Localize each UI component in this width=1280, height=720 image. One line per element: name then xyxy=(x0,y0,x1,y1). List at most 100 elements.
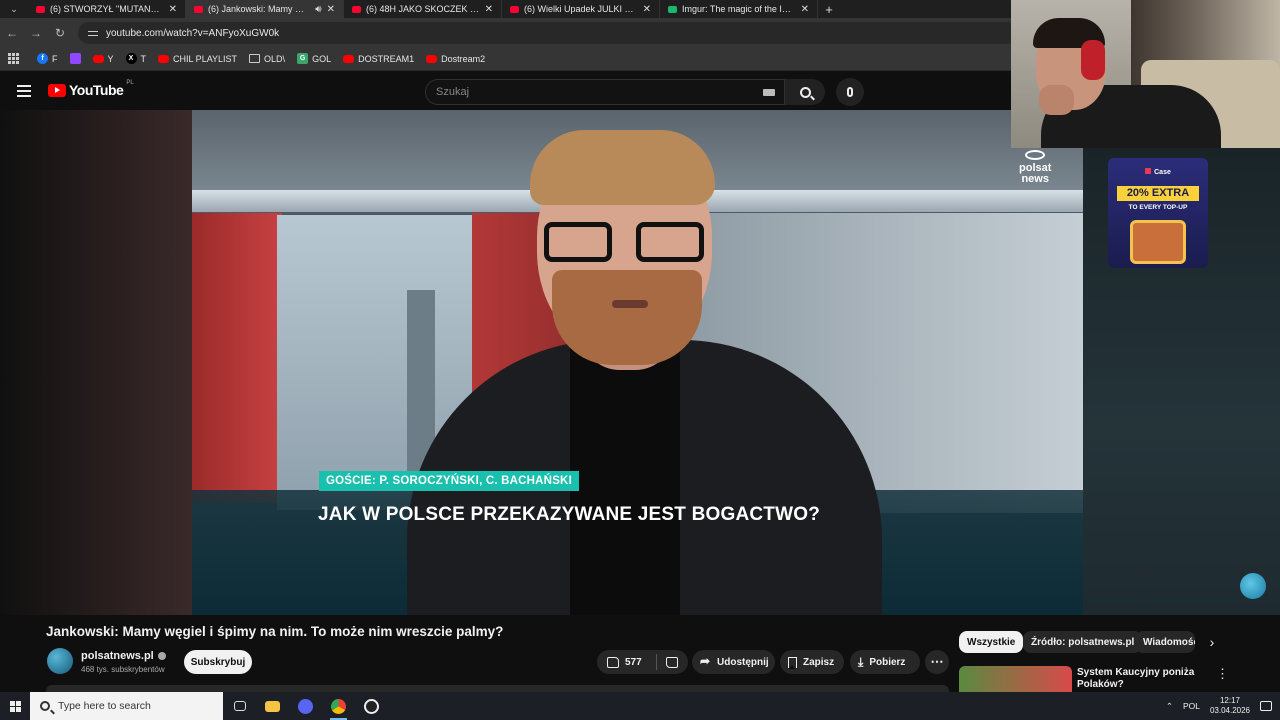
channel-avatar[interactable] xyxy=(47,648,73,674)
recommendation-title[interactable]: System Kaucyjny poniża Polaków? xyxy=(1077,667,1202,691)
search-input[interactable]: Szukaj xyxy=(425,79,785,105)
bookmark-folder-old[interactable]: OLD\ xyxy=(249,54,285,64)
description-box[interactable] xyxy=(46,685,949,692)
apps-grid-icon[interactable] xyxy=(8,53,19,64)
bookmark-youtube[interactable]: Y xyxy=(92,54,114,64)
headline-caption: JAK W POLSCE PRZEKAZYWANE JEST BOGACTWO? xyxy=(318,504,821,525)
ad-brand-icon xyxy=(1145,168,1152,174)
windows-icon xyxy=(9,700,21,712)
x-icon: X xyxy=(125,53,137,64)
facebook-icon: f xyxy=(37,53,48,64)
browser-tab[interactable]: Imgur: The magic of the Interne... ✕ xyxy=(660,0,818,18)
twitch-icon xyxy=(69,53,81,64)
chip-source[interactable]: Źródło: polsatnews.pl xyxy=(1023,631,1143,653)
chevron-right-icon[interactable]: › xyxy=(1204,634,1220,650)
close-icon[interactable]: ✕ xyxy=(643,4,651,15)
youtube-icon xyxy=(426,54,438,63)
browser-tab-active[interactable]: (6) Jankowski: Mamy węgie... 🔊︎ ✕ xyxy=(186,0,344,18)
guest-glasses xyxy=(544,222,709,266)
keyboard-icon[interactable] xyxy=(763,89,775,96)
share-button[interactable]: Udostępnij xyxy=(692,650,775,674)
file-explorer-button[interactable] xyxy=(256,692,289,720)
verified-icon xyxy=(157,652,166,660)
treasure-chest-icon xyxy=(1130,220,1186,264)
more-vert-icon[interactable]: ⋮ xyxy=(1216,666,1229,682)
reload-icon[interactable]: ↻ xyxy=(48,26,72,40)
close-icon[interactable]: ✕ xyxy=(327,4,335,15)
search-button[interactable] xyxy=(785,79,825,105)
gol-icon: G xyxy=(297,53,309,64)
bookmark-facebook[interactable]: fF xyxy=(37,53,58,64)
search-icon xyxy=(799,86,811,98)
bookmark-icon xyxy=(788,656,797,669)
browser-tab[interactable]: (6) Wielki Upadek JULKI ŻUGAJ... ✕ xyxy=(502,0,660,18)
chevron-up-icon[interactable]: ⌃ xyxy=(1166,701,1173,712)
menu-icon[interactable] xyxy=(17,85,31,97)
site-info-icon[interactable] xyxy=(88,29,98,38)
bookmark-label: Dostream2 xyxy=(441,53,486,64)
polsat-icon xyxy=(1025,150,1046,160)
more-icon: ⋯ xyxy=(930,654,944,669)
bookmark-gol[interactable]: G GOL xyxy=(297,53,331,64)
polsat-news-logo: polsat news xyxy=(1019,150,1051,185)
subscriber-count: 468 tys. subskrybentów xyxy=(81,665,165,674)
speaker-icon[interactable]: 🔊︎ xyxy=(315,4,321,15)
country-code: PL xyxy=(126,80,134,86)
like-count: 577 xyxy=(625,656,642,668)
bookmark-dostream1[interactable]: DOSTREAM1 xyxy=(343,54,414,64)
system-tray: ⌃ POL 12:17 03.04.2026 xyxy=(1166,692,1280,720)
sponsor-ad[interactable]: Case 20% EXTRA TO EVERY TOP-UP xyxy=(1108,158,1208,268)
bookmark-x[interactable]: XT xyxy=(125,53,147,64)
tab-search-icon[interactable]: ⌄ xyxy=(0,0,28,18)
clock[interactable]: 12:17 03.04.2026 xyxy=(1210,696,1250,716)
close-icon[interactable]: ✕ xyxy=(801,4,809,15)
notification-icon[interactable] xyxy=(1260,701,1272,711)
close-icon[interactable]: ✕ xyxy=(169,4,177,15)
back-icon[interactable]: ← xyxy=(0,26,24,40)
tab-title: (6) STWORZYŁ "MUTANTÓW" 2... xyxy=(50,4,164,14)
browser-tab[interactable]: (6) 48H JAKO SKOCZEK NARCIA... ✕ xyxy=(344,0,502,18)
browser-tab[interactable]: (6) STWORZYŁ "MUTANTÓW" 2... ✕ xyxy=(28,0,186,18)
share-icon xyxy=(700,654,712,668)
bookmark-dostream2[interactable]: Dostream2 xyxy=(426,54,485,64)
language-indicator[interactable]: POL xyxy=(1183,701,1200,711)
subscribe-button[interactable]: Subskrybuj xyxy=(184,650,252,674)
address-bar[interactable]: youtube.com/watch?v=ANFyoXuGW0k xyxy=(78,22,1018,44)
chrome-button[interactable] xyxy=(322,692,355,720)
download-label: Pobierz xyxy=(869,656,906,668)
url-text: youtube.com/watch?v=ANFyoXuGW0k xyxy=(106,27,280,39)
youtube-logo[interactable]: YouTube PL xyxy=(48,80,134,98)
chip-news[interactable]: Wiadomości xyxy=(1135,631,1195,653)
chip-all[interactable]: Wszystkie xyxy=(959,631,1024,653)
video-player[interactable]: polsat news GOŚCIE: P. SOROCZYŃSKI, C. B… xyxy=(192,110,1083,615)
download-button[interactable]: ⤓ Pobierz xyxy=(850,650,920,674)
obs-button[interactable] xyxy=(355,692,388,720)
bookmark-twitch[interactable] xyxy=(69,53,81,64)
bookmark-chill-playlist[interactable]: CHIL PLAYLIST xyxy=(158,54,237,64)
bookmark-label: F xyxy=(52,53,58,64)
close-icon[interactable]: ✕ xyxy=(485,4,493,15)
polsat-watermark-icon xyxy=(1240,573,1266,599)
channel-name[interactable]: polsatnews.pl xyxy=(81,650,166,662)
recommendation-thumbnail[interactable] xyxy=(959,666,1072,692)
like-button[interactable]: 577 xyxy=(597,654,657,670)
tab-title: (6) 48H JAKO SKOCZEK NARCIA... xyxy=(366,4,480,14)
taskbar-search[interactable]: Type here to search xyxy=(30,692,223,720)
taskbar: Type here to search ⌃ POL 12:17 03.04.20… xyxy=(0,692,1280,720)
more-actions-button[interactable]: ⋯ xyxy=(925,650,949,674)
start-button[interactable] xyxy=(0,700,30,712)
guest-beard xyxy=(552,270,702,365)
save-button[interactable]: Zapisz xyxy=(780,650,844,674)
discord-button[interactable] xyxy=(289,692,322,720)
voice-search-button[interactable] xyxy=(836,78,864,106)
headset-icon xyxy=(1081,40,1105,80)
forward-icon[interactable]: → xyxy=(24,26,48,40)
new-tab-button[interactable]: + xyxy=(818,0,840,18)
youtube-header: YouTube PL Szukaj xyxy=(0,72,1010,110)
bookmark-label: OLD\ xyxy=(264,53,286,64)
guest-mouth xyxy=(612,300,648,308)
tab-title: (6) Wielki Upadek JULKI ŻUGAJ... xyxy=(524,4,638,14)
bookmark-label: T xyxy=(140,53,147,64)
task-view-button[interactable] xyxy=(223,692,256,720)
dislike-button[interactable] xyxy=(657,656,687,668)
